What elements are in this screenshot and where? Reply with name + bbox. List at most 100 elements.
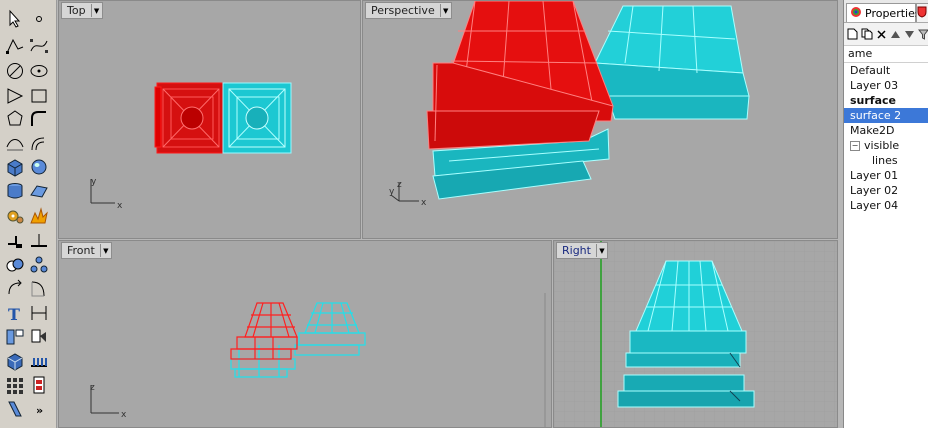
layout-icon[interactable]	[4, 326, 26, 348]
fillet-edge-icon[interactable]	[28, 278, 50, 300]
axis-x-label: x	[421, 198, 427, 208]
layer-name-column-header[interactable]: ame	[844, 46, 928, 63]
chevron-down-icon[interactable]: ▼	[99, 244, 111, 257]
layer-item-current[interactable]: surface	[844, 93, 928, 108]
viewport-right-label: Right	[562, 244, 591, 257]
svg-text:T: T	[8, 305, 20, 324]
viewport-top[interactable]: Top ▼ y x	[58, 0, 361, 239]
text-icon[interactable]: T	[4, 302, 26, 324]
curve-tools-icon[interactable]	[4, 132, 26, 154]
viewport-right[interactable]: Right ▼	[553, 240, 838, 428]
osnap-icon[interactable]	[28, 374, 50, 396]
layer-item-label: Make2D	[850, 124, 895, 137]
viewport-perspective-canvas: z y x	[389, 1, 750, 208]
grid-array-icon[interactable]	[4, 374, 26, 396]
fillet-curve-icon[interactable]	[28, 108, 50, 130]
viewport-front[interactable]: Front ▼ z x	[58, 240, 552, 428]
polyline-icon[interactable]	[4, 35, 26, 57]
chevron-down-icon[interactable]: ▼	[439, 4, 451, 17]
rotate-icon[interactable]	[4, 278, 26, 300]
axis-y-label: y	[389, 187, 395, 197]
layer-item-label: Layer 02	[850, 184, 899, 197]
grid-snap-icon[interactable]	[28, 350, 50, 372]
layer-list: Default Layer 03 surface surface 2 Make2…	[844, 63, 928, 213]
layer-item[interactable]: Make2D	[844, 123, 928, 138]
new-sublayer-icon[interactable]	[861, 28, 873, 41]
cyan-object-plan	[222, 82, 292, 154]
boolean-union-icon[interactable]	[4, 254, 26, 276]
transform-icon[interactable]	[4, 230, 26, 252]
cylinder-icon[interactable]	[4, 180, 26, 202]
more-tools-label: »	[36, 404, 43, 417]
tab-properties[interactable]: Properties	[846, 3, 921, 22]
axis-y-label: y	[91, 177, 97, 187]
tab-layers[interactable]	[916, 3, 928, 22]
axis-x-label: x	[121, 410, 127, 420]
axis-x-label: x	[117, 201, 123, 211]
array-icon[interactable]	[28, 254, 50, 276]
axis-z-label: z	[90, 383, 95, 393]
ellipse-icon[interactable]	[28, 60, 50, 82]
layer-item-parent[interactable]: − visible	[844, 138, 928, 153]
layer-item-label: Layer 04	[850, 199, 899, 212]
snap-icon[interactable]	[28, 326, 50, 348]
trim-icon[interactable]	[28, 230, 50, 252]
filter-icon[interactable]	[918, 28, 928, 41]
offset-icon[interactable]	[28, 132, 50, 154]
viewport-right-title[interactable]: Right ▼	[556, 242, 608, 259]
rectangle-icon[interactable]	[28, 85, 50, 107]
layer-item-selected[interactable]: surface 2	[844, 108, 928, 123]
layer-item-label: Layer 01	[850, 169, 899, 182]
viewport-perspective[interactable]: Perspective ▼ z y x	[362, 0, 838, 239]
point-icon[interactable]	[28, 8, 50, 30]
select-arrow-icon[interactable]	[4, 8, 26, 30]
move-up-icon[interactable]	[890, 28, 901, 41]
layer-tools	[844, 23, 928, 46]
viewport-perspective-label: Perspective	[371, 4, 435, 17]
move-down-icon[interactable]	[904, 28, 915, 41]
chevron-down-icon[interactable]: ▼	[595, 244, 607, 257]
viewport-perspective-title[interactable]: Perspective ▼	[365, 2, 452, 19]
red-object-3d	[426, 1, 614, 150]
more-tools-button[interactable]: »	[28, 398, 50, 420]
panel-tabs: Properties	[844, 0, 928, 23]
cyan-object-front	[230, 302, 366, 378]
surface-icon[interactable]	[28, 180, 50, 202]
layer-item-label: visible	[864, 139, 900, 152]
viewport-front-title[interactable]: Front ▼	[61, 242, 112, 259]
arc-icon[interactable]	[4, 85, 26, 107]
polygon-icon[interactable]	[4, 108, 26, 130]
layer-item[interactable]: Default	[844, 63, 928, 78]
tab-properties-label: Properties	[865, 6, 921, 20]
chevron-down-icon[interactable]: ▼	[90, 4, 102, 17]
sphere-icon[interactable]	[28, 156, 50, 178]
viewport-top-label: Top	[67, 4, 86, 17]
analyze-icon[interactable]	[4, 398, 26, 420]
red-object-front	[230, 302, 298, 360]
left-toolbar: T »	[0, 0, 57, 428]
collapse-toggle-icon[interactable]: −	[850, 141, 860, 151]
layer-item-child[interactable]: lines	[844, 153, 928, 168]
layer-item-label: lines	[872, 154, 898, 167]
axis-z-label: z	[397, 180, 402, 190]
red-object-plan	[154, 82, 224, 154]
new-layer-icon[interactable]	[847, 28, 858, 41]
layer-item[interactable]: Layer 01	[844, 168, 928, 183]
layer-item-label: surface 2	[850, 109, 902, 122]
dimension-icon[interactable]	[28, 302, 50, 324]
layer-item[interactable]: Layer 04	[844, 198, 928, 213]
delete-icon[interactable]	[876, 28, 887, 41]
layer-item[interactable]: Layer 02	[844, 183, 928, 198]
layer-item[interactable]: Layer 03	[844, 78, 928, 93]
viewport-front-label: Front	[67, 244, 95, 257]
gear-settings-icon[interactable]	[4, 205, 26, 227]
layers-shield-icon	[917, 6, 927, 21]
layers-panel: Properties ame Default Layer 03 surface …	[843, 0, 928, 428]
circle-icon[interactable]	[4, 60, 26, 82]
explode-icon[interactable]	[28, 205, 50, 227]
viewport-top-title[interactable]: Top ▼	[61, 2, 103, 19]
box-solid-icon[interactable]	[4, 156, 26, 178]
curve-points-icon[interactable]	[28, 35, 50, 57]
render-box-icon[interactable]	[4, 350, 26, 372]
viewport-right-canvas	[554, 241, 837, 427]
